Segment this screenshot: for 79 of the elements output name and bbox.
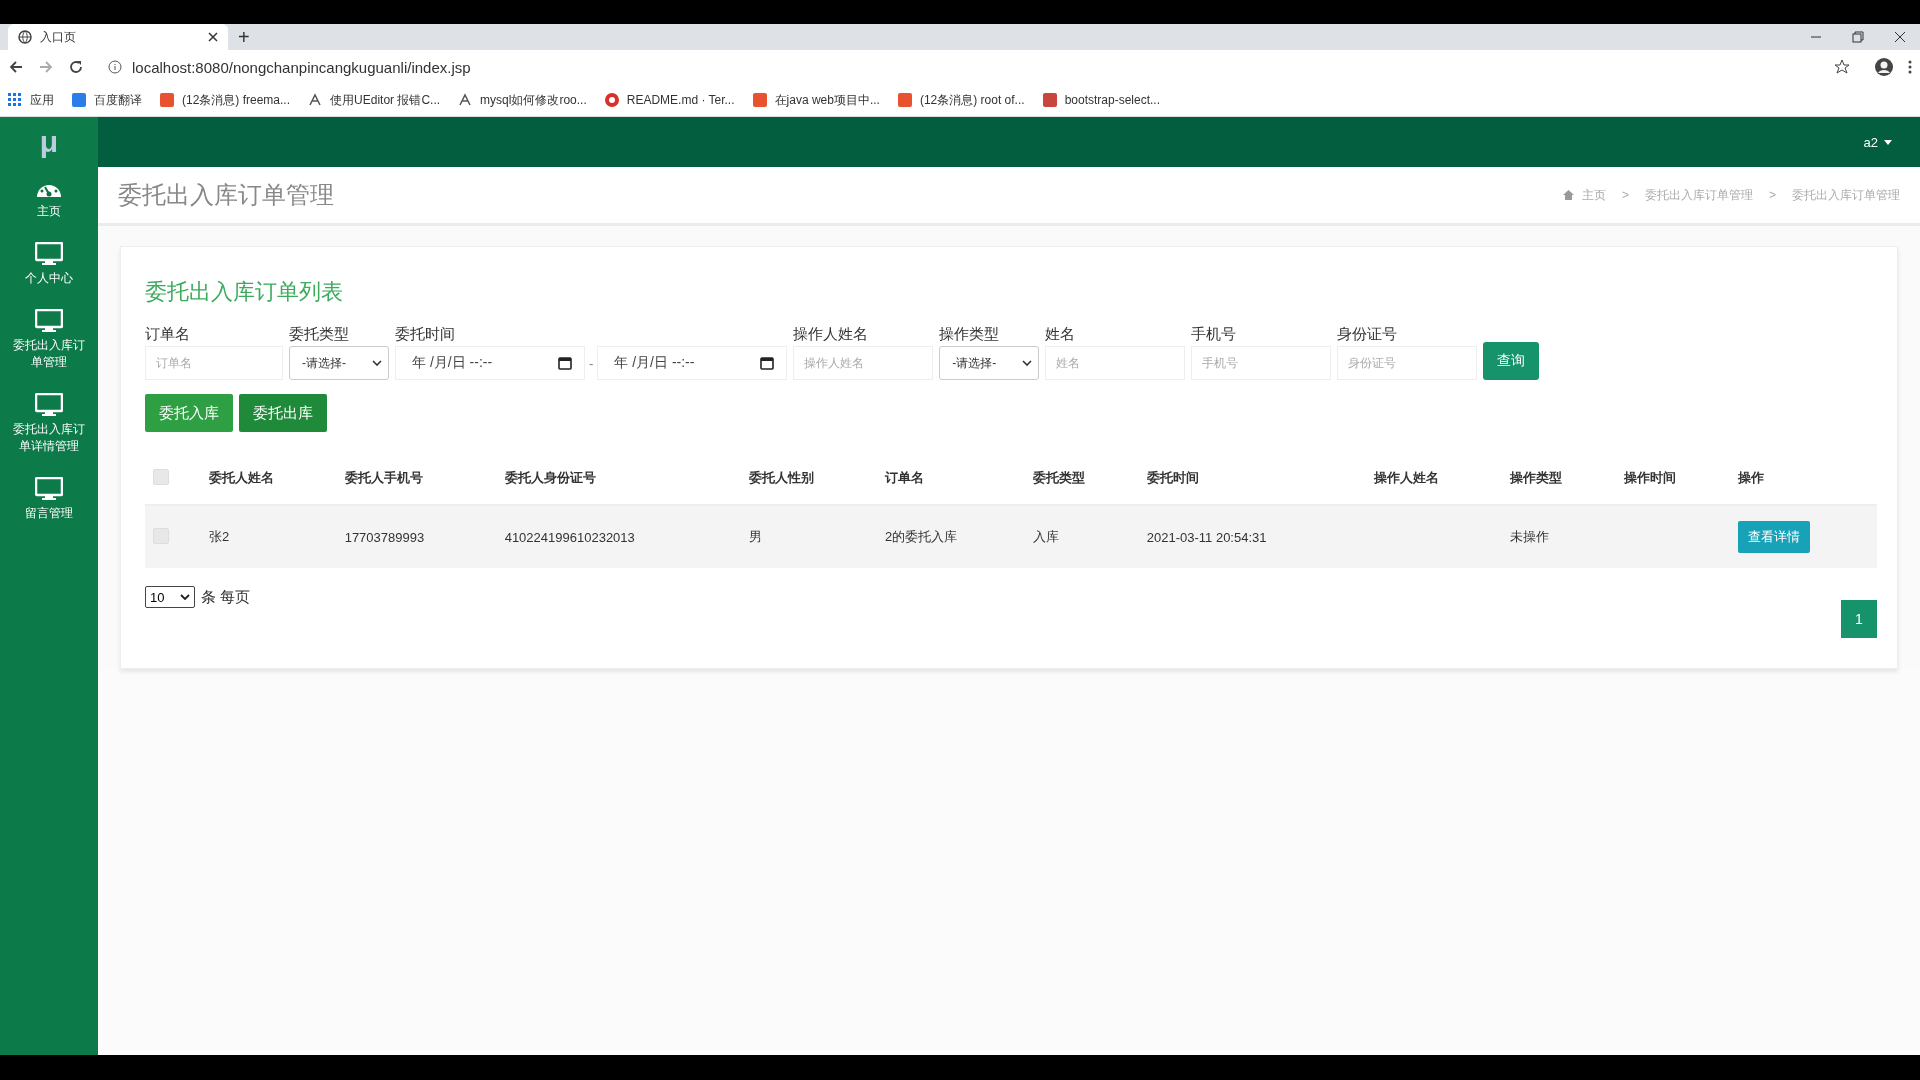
bookmark[interactable]: README.md · Ter... xyxy=(604,93,735,107)
profile-icon xyxy=(1874,57,1894,77)
sidebar-item[interactable]: 委托出入库订单详情管理 xyxy=(4,383,94,467)
bookmark[interactable]: 应用 xyxy=(8,91,54,109)
table-cell: 男 xyxy=(749,529,763,544)
chevron-icon xyxy=(180,594,190,600)
close-icon xyxy=(1894,31,1906,43)
field-label: 姓名 xyxy=(1045,325,1077,344)
home-icon xyxy=(1562,190,1574,200)
field-label: 委托时间 xyxy=(395,325,456,344)
globe-icon xyxy=(18,30,32,44)
input-field[interactable]: 手机号 xyxy=(1191,346,1332,380)
table-cell: 410224199610232013 xyxy=(504,529,635,545)
back-icon xyxy=(8,59,24,75)
logo: μ xyxy=(39,124,59,160)
bookmark[interactable]: 在java web项目中... xyxy=(752,91,880,109)
more-icon xyxy=(1908,59,1912,75)
table-cell: 17703789993 xyxy=(344,529,425,545)
breadcrumb-separator: > xyxy=(1768,188,1777,202)
star-icon xyxy=(1834,59,1850,75)
tab-title: 入口页 xyxy=(40,28,77,46)
chevron-icon xyxy=(1022,360,1033,366)
bookmark[interactable]: mysql如何修改roo... xyxy=(458,91,587,109)
address-field[interactable]: localhost:8080/nongchanpincangkuguanli/index.jsp xyxy=(98,54,1860,80)
bookmark[interactable]: (12条消息) root of... xyxy=(897,91,1025,109)
field-label: 委托类型 xyxy=(289,325,350,344)
table-cell: 张2 xyxy=(209,529,230,544)
new-tab-button[interactable]: + xyxy=(228,24,260,50)
bookmark[interactable]: 使用UEditor 报错C... xyxy=(308,91,441,109)
checkbox[interactable] xyxy=(153,468,169,485)
search-button[interactable]: 查询 xyxy=(1483,342,1540,380)
date-field[interactable]: 年 /月/日 --:-- xyxy=(597,346,788,380)
calendar-icon xyxy=(558,356,572,370)
page-size-select[interactable]: 10 xyxy=(145,586,195,608)
table-cell: 2的委托入库 xyxy=(885,529,958,544)
input-field[interactable]: 操作人姓名 xyxy=(793,346,934,380)
field-label: 操作类型 xyxy=(939,325,1001,344)
field-label: 订单名 xyxy=(145,325,191,344)
sidebar-item[interactable]: 个人中心 xyxy=(4,232,94,299)
table-cell: 入库 xyxy=(1032,529,1059,544)
reload-icon xyxy=(68,59,84,75)
breadcrumb-separator: > xyxy=(1620,188,1630,202)
bookmark[interactable]: (12条消息) freema... xyxy=(160,91,291,109)
monitor-icon xyxy=(35,393,63,417)
table-cell: 2021-03-11 20:54:31 xyxy=(1146,529,1267,545)
input-field[interactable]: 订单名 xyxy=(145,346,283,380)
caret-icon xyxy=(1884,139,1892,145)
calendar-icon xyxy=(760,356,775,370)
monitor-icon xyxy=(35,309,63,333)
input-field[interactable]: 身份证号 xyxy=(1337,346,1478,380)
sidebar-item[interactable]: 主页 xyxy=(4,167,94,232)
page-button[interactable]: 1 xyxy=(1841,600,1877,638)
monitor-icon xyxy=(35,477,63,501)
chevron-icon xyxy=(372,360,382,366)
monitor-icon xyxy=(35,242,63,266)
field-label: 手机号 xyxy=(1191,325,1238,344)
sidebar-item[interactable]: 留言管理 xyxy=(4,467,94,534)
range-separator: - xyxy=(589,355,594,371)
page-title: 委托出入库订单管理 xyxy=(118,180,334,210)
browser-tab[interactable]: 入口页 xyxy=(8,24,228,50)
bookmark[interactable]: 百度翻译 xyxy=(72,91,142,109)
select-field[interactable]: -请选择- xyxy=(289,346,389,380)
url-text: localhost:8080/nongchanpincangkuguanli/index.jsp xyxy=(132,58,472,76)
bookmark[interactable]: bootstrap-select... xyxy=(1042,93,1160,107)
info-icon xyxy=(108,60,122,74)
table-cell: 未操作 xyxy=(1509,529,1549,544)
panel-title: 委托出入库订单列表 xyxy=(145,278,344,306)
action-button[interactable]: 委托出库 xyxy=(239,394,327,432)
restore-icon xyxy=(1852,31,1864,43)
close-icon xyxy=(208,32,218,42)
sidebar-item[interactable]: 委托出入库订单管理 xyxy=(4,299,94,383)
page-size-label: 条 每页 xyxy=(201,587,251,607)
field-label: 身份证号 xyxy=(1337,325,1399,344)
user-menu[interactable]: a2 xyxy=(1863,134,1892,150)
field-label: 操作人姓名 xyxy=(793,325,870,344)
forward-icon xyxy=(38,59,54,75)
date-field[interactable]: 年 /月/日 --:-- xyxy=(395,346,585,380)
input-field[interactable]: 姓名 xyxy=(1045,346,1186,380)
select-field[interactable]: -请选择- xyxy=(939,346,1040,380)
